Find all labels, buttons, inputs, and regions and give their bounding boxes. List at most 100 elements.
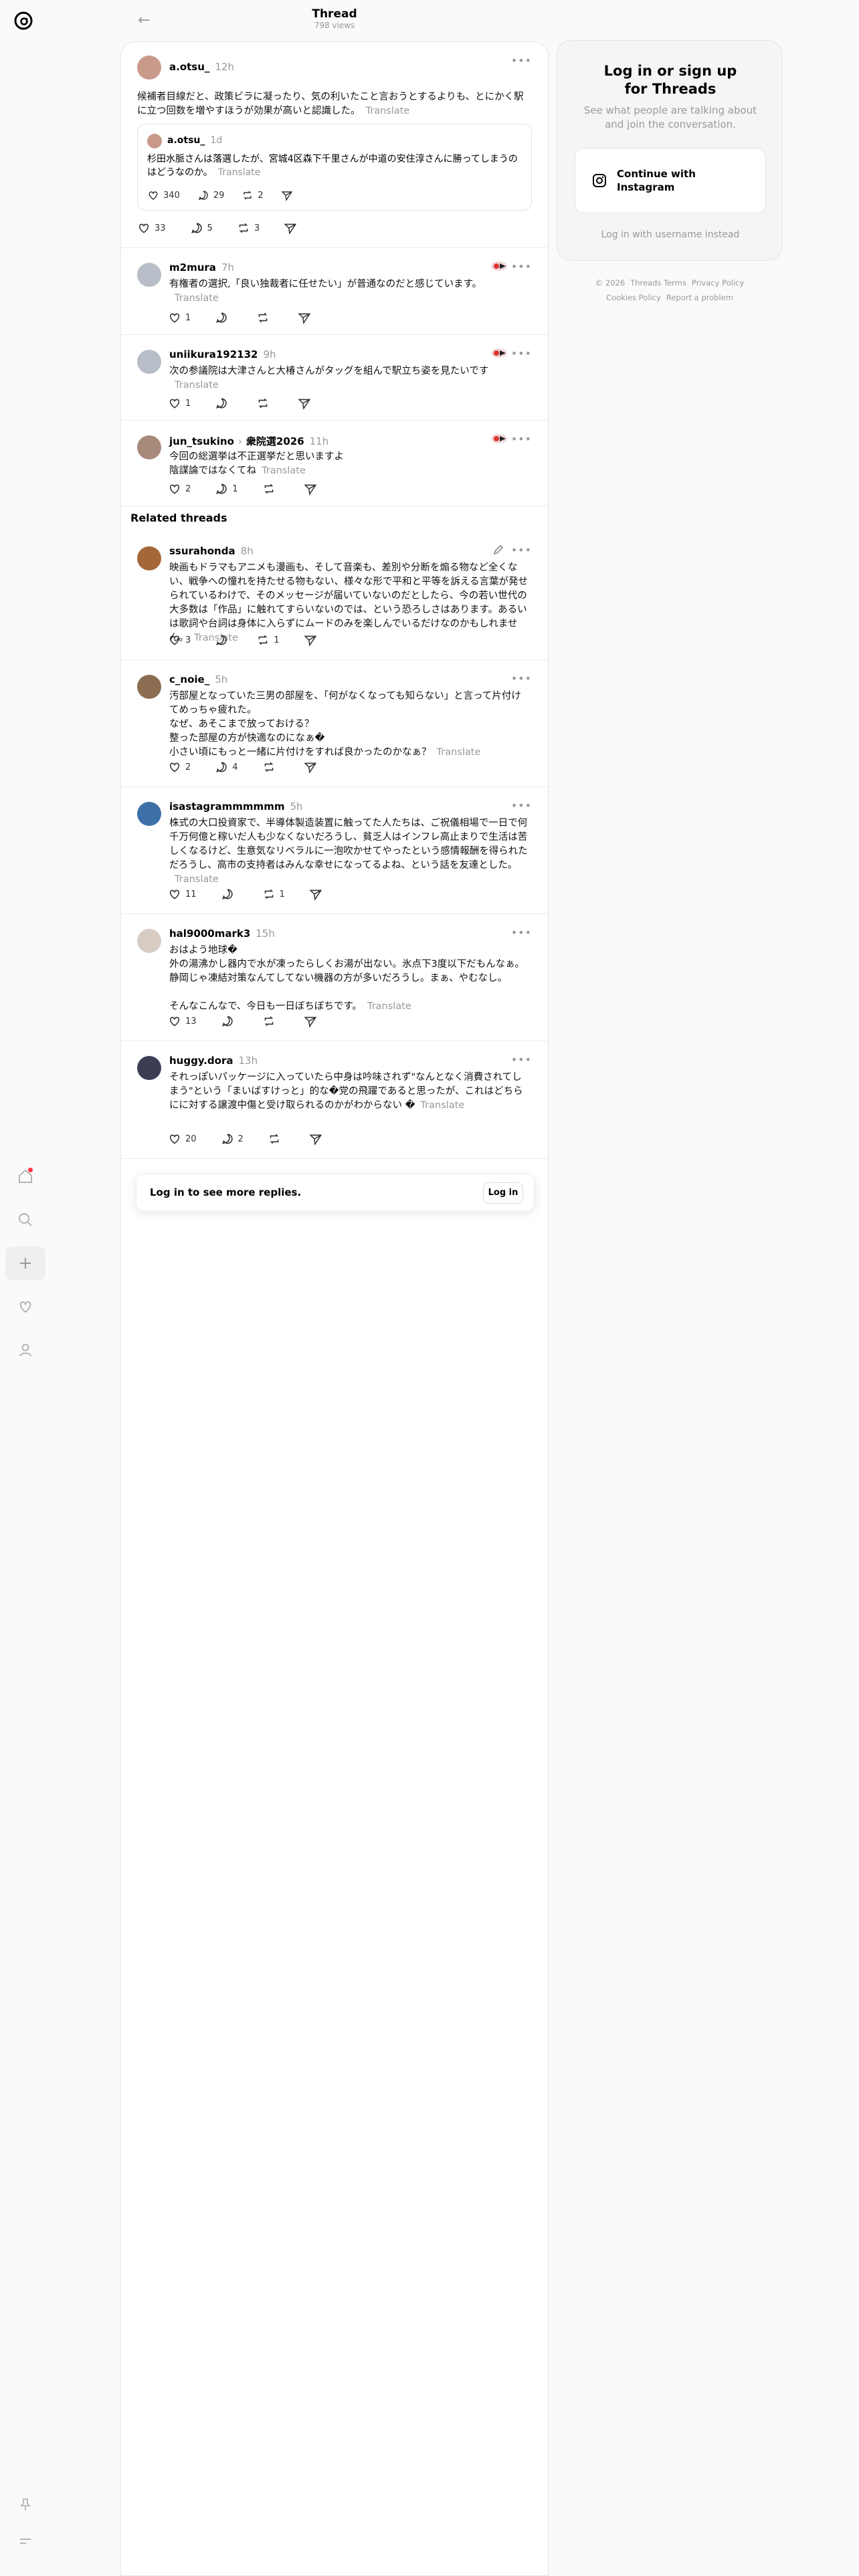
more-options-icon[interactable]: ••• [511,54,532,67]
username[interactable]: huggy.dora [169,1055,233,1067]
reply-button[interactable]: 4 [211,758,242,776]
more-options-icon[interactable]: ••• [511,544,532,556]
repost-button[interactable] [258,758,284,776]
like-button[interactable]: 1 [164,394,195,413]
avatar[interactable] [137,350,161,374]
username[interactable]: ssurahonda [169,545,235,557]
avatar[interactable] [137,546,161,570]
translate-link[interactable]: Translate [262,465,306,476]
nav-profile[interactable] [5,1333,45,1367]
share-button[interactable] [294,394,315,413]
reply-button[interactable] [211,394,236,413]
share-button[interactable] [305,1130,326,1148]
avatar[interactable] [137,435,161,459]
more-options-icon[interactable]: ••• [511,672,532,685]
topic-tag[interactable]: 衆院選2026 [246,435,304,447]
avatar[interactable] [137,675,161,699]
username[interactable]: hal9000mark3 [169,928,250,940]
like-button[interactable]: 1 [164,308,195,327]
avatar[interactable] [137,263,161,287]
username[interactable]: c_noie_ [169,673,209,685]
thread-column: a.otsu_ 12h ••• 候補者目線だと、政策ビラに凝ったり、気の利いたこと… [120,41,549,2576]
like-button[interactable]: 3 [164,631,195,649]
like-button[interactable]: 2 [164,479,195,498]
repost-button[interactable]: 2 [237,186,267,205]
share-button[interactable] [300,758,321,776]
nav-pin[interactable] [5,2488,45,2521]
more-options-icon[interactable]: ••• [511,926,532,939]
translate-link[interactable]: Translate [175,380,219,391]
like-button[interactable]: 340 [143,186,184,205]
quoted-post[interactable]: a.otsu_ 1d 杉田水脈さんは落選したが、宮城4区森下千里さんが中道の安住淳… [137,124,532,211]
nav-create[interactable] [5,1247,45,1280]
more-options-icon[interactable]: ••• [511,347,532,360]
translate-link[interactable]: Translate [437,747,481,758]
nav-menu[interactable] [5,2525,45,2558]
avatar[interactable] [137,802,161,826]
translate-link[interactable]: Translate [175,874,219,885]
share-button[interactable] [294,308,315,327]
reply-button[interactable]: 1 [211,479,242,498]
avatar[interactable] [137,1056,161,1080]
reply-post: hal9000mark3 15h ••• おはよう地球� 外の湯沸かし器内で水が凍った… [121,914,548,1041]
like-button[interactable]: 20 [164,1130,201,1148]
more-options-icon[interactable]: ••• [511,433,532,445]
reply-count: 4 [232,762,238,772]
username[interactable]: isastagrammmmmm [169,800,284,813]
nav-search[interactable] [5,1203,45,1237]
translate-link[interactable]: Translate [218,167,261,178]
repost-button[interactable] [258,479,284,498]
reply-button[interactable] [217,1012,242,1031]
share-button[interactable] [277,186,297,205]
footer-link[interactable]: Cookies Policy [606,293,661,302]
nav-home[interactable] [5,1160,45,1193]
share-button[interactable] [300,1012,321,1031]
post-actions: 13 [164,1012,321,1031]
more-options-icon[interactable]: ••• [511,260,532,273]
repost-button[interactable] [252,394,278,413]
share-button[interactable] [305,885,326,903]
username[interactable]: uniikura192132 [169,348,258,360]
username[interactable]: m2mura [169,261,216,274]
like-button[interactable]: 13 [164,1012,201,1031]
avatar[interactable] [137,56,161,80]
username-login-link[interactable]: Log in with username instead [557,229,783,240]
login-button[interactable]: Log in [483,1182,523,1204]
reply-button[interactable] [211,308,236,327]
username[interactable]: a.otsu_ [167,135,205,146]
reply-button[interactable]: 29 [193,186,229,205]
reply-button[interactable]: 5 [186,219,217,237]
repost-button[interactable]: 1 [258,885,289,903]
translate-link[interactable]: Translate [366,106,410,116]
reply-button[interactable] [217,885,242,903]
reply-count: 2 [237,1134,244,1144]
repost-button[interactable] [258,1012,284,1031]
share-button[interactable] [300,631,321,649]
username[interactable]: a.otsu_ [169,61,209,73]
like-button[interactable]: 33 [133,219,170,237]
threads-logo[interactable] [12,9,35,32]
reply-button[interactable]: 2 [217,1130,248,1148]
username[interactable]: jun_tsukino [169,435,234,447]
like-button[interactable]: 11 [164,885,201,903]
repost-button[interactable] [252,308,278,327]
more-options-icon[interactable]: ••• [511,799,532,812]
avatar[interactable] [137,929,161,953]
repost-button[interactable] [264,1130,289,1148]
more-options-icon[interactable]: ••• [511,1053,532,1066]
repost-button[interactable]: 1 [252,631,283,649]
translate-link[interactable]: Translate [367,1001,411,1012]
footer-link[interactable]: Threads Terms [630,278,686,288]
repost-button[interactable]: 3 [233,219,264,237]
continue-with-instagram-button[interactable]: Continue with Instagram [575,148,766,213]
translate-link[interactable]: Translate [420,1100,464,1111]
translate-link[interactable]: Translate [175,293,219,304]
reply-button[interactable] [211,631,236,649]
nav-activity[interactable] [5,1290,45,1323]
footer-link[interactable]: Privacy Policy [692,278,744,288]
share-button[interactable] [300,479,321,498]
like-button[interactable]: 2 [164,758,195,776]
like-count: 340 [163,190,180,201]
share-button[interactable] [280,219,301,237]
footer-link[interactable]: Report a problem [666,293,733,302]
